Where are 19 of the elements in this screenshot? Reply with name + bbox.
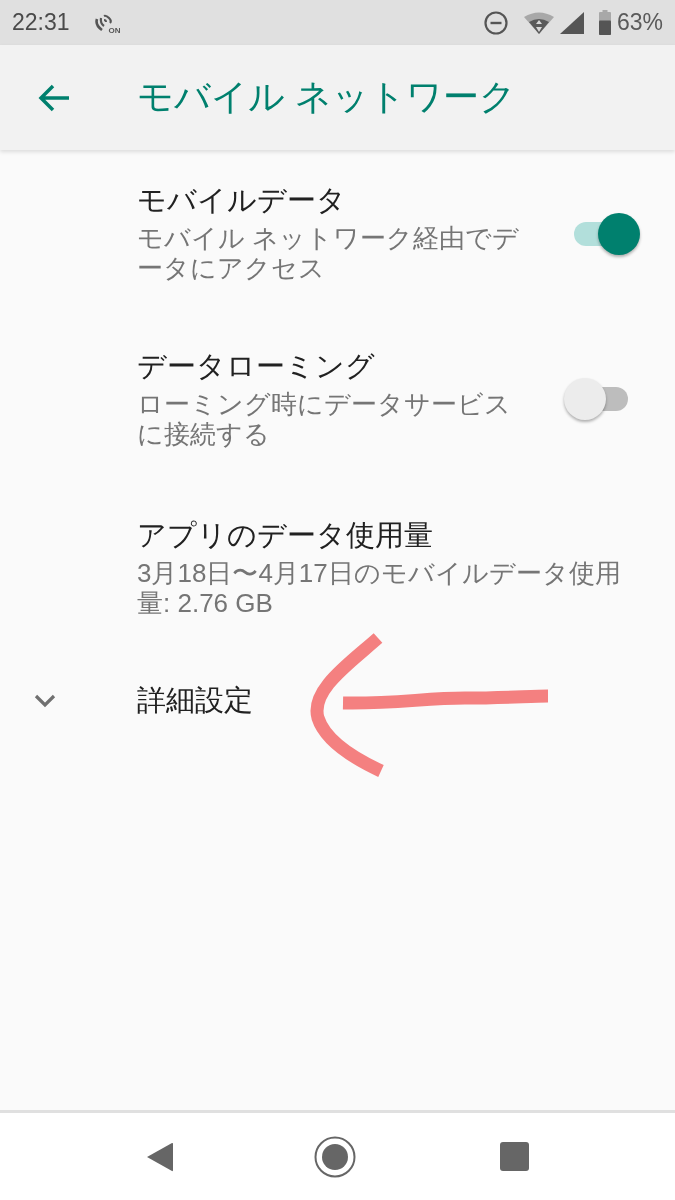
setting-title: モバイルデータ xyxy=(137,183,347,218)
signal-icon xyxy=(559,11,584,34)
advanced-settings-label[interactable]: 詳細設定 xyxy=(137,681,253,721)
back-icon[interactable] xyxy=(146,1140,174,1173)
battery-icon xyxy=(598,10,611,35)
back-arrow-icon[interactable] xyxy=(38,83,70,112)
minus-circle-icon xyxy=(483,10,508,35)
screen-title: モバイル ネットワーク xyxy=(137,75,516,119)
setting-title: データローミング xyxy=(137,349,376,384)
battery-percentage: 63% xyxy=(616,9,663,36)
home-icon[interactable] xyxy=(314,1135,356,1178)
setting-summary: 3月18日〜4月17日のモバイルデータ使用量: 2.76 GB xyxy=(137,558,622,618)
status-time: 22:31 xyxy=(12,9,70,36)
chevron-down-icon[interactable] xyxy=(34,694,56,708)
wifi-icon xyxy=(523,11,554,34)
setting-title: アプリのデータ使用量 xyxy=(137,518,434,553)
nfc-on-label: ON xyxy=(108,25,121,35)
setting-summary: ローミング時にデータサービスに接続する xyxy=(137,389,512,449)
setting-summary: モバイル ネットワーク経由でデータにアクセス xyxy=(137,223,521,283)
